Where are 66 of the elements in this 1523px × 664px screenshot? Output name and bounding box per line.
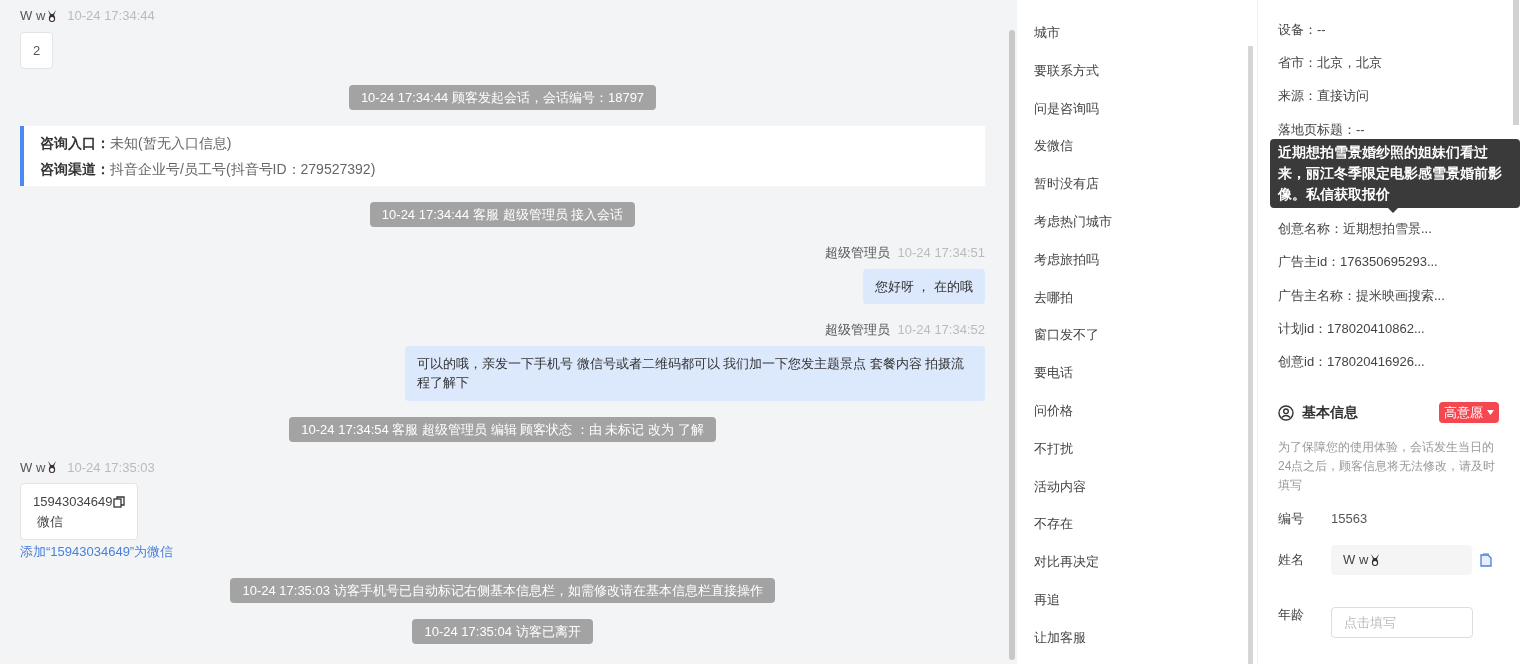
info-label: 咨询渠道： bbox=[40, 160, 110, 179]
quick-reply-item[interactable]: 问是咨询吗 bbox=[1034, 97, 1112, 119]
quick-reply-item[interactable]: 让加客服 bbox=[1034, 626, 1112, 648]
field-label: 年龄 bbox=[1278, 605, 1305, 624]
name-field[interactable]: W w bbox=[1331, 544, 1472, 575]
detail-row-text: 落地页标题：-- bbox=[1278, 120, 1366, 139]
system-notice: 10-24 17:34:44 客服 超级管理员 接入会话 bbox=[369, 202, 636, 227]
quick-reply-item[interactable]: 不存在 bbox=[1034, 513, 1112, 535]
system-notice: 10-24 17:35:03 访客手机号已自动标记右侧基本信息栏，如需修改请在基本信息栏直接操作 bbox=[230, 577, 775, 603]
info-value: 未知(暂无入口信息) bbox=[110, 134, 232, 153]
detail-row-text: 来源：直接访问 bbox=[1278, 87, 1370, 106]
message-time: 10-24 17:34:52 bbox=[897, 321, 985, 339]
detail-row-text: 广告主名称：提米映画搜索... bbox=[1278, 286, 1446, 305]
caret-icon bbox=[1487, 410, 1494, 416]
info-label: 咨询入口： bbox=[40, 134, 110, 153]
sender-name: 超级管理员 bbox=[824, 321, 890, 339]
notice-text: 为了保障您的使用体验，会话发生当日的24点之后，顾客信息将无法修改，请及时填写 bbox=[1278, 439, 1497, 495]
message-bubble: 2 bbox=[20, 31, 54, 69]
tooltip: 近期想拍雪景婚纱照的姐妹们看过来，丽江冬季限定电影感雪景婚前影像。私信获取报价 bbox=[1270, 139, 1520, 208]
message-time: 10-24 17:35:03 bbox=[67, 458, 155, 477]
user-icon bbox=[1278, 404, 1294, 421]
intent-dropdown[interactable]: 高意愿 bbox=[1439, 401, 1499, 424]
quick-reply-item[interactable]: 再追 bbox=[1034, 588, 1112, 610]
contact-type: 微信 bbox=[36, 512, 64, 531]
system-notice: 10-24 17:35:04 访客已离开 bbox=[412, 618, 593, 644]
scrollbar[interactable] bbox=[1009, 30, 1015, 660]
system-notice: 10-24 17:34:44 顾客发起会话，会话编号：18797 bbox=[348, 85, 657, 110]
field-label: 姓名 bbox=[1278, 551, 1305, 570]
sender-name: 超级管理员 bbox=[824, 244, 890, 262]
quick-reply-item[interactable]: 去哪拍 bbox=[1034, 286, 1112, 308]
scrollbar[interactable] bbox=[1513, 0, 1519, 125]
quick-reply-item[interactable]: 窗口发不了 bbox=[1034, 324, 1112, 346]
age-field[interactable]: 点击填写 bbox=[1331, 606, 1473, 638]
sender-name: W w bbox=[20, 7, 46, 25]
quick-reply-item[interactable]: 对比再决定 bbox=[1034, 551, 1112, 573]
section-title: 基本信息 bbox=[1302, 403, 1358, 423]
detail-row-text: 创意名称：近期想拍雪景... bbox=[1278, 220, 1433, 239]
add-wechat-link[interactable]: 添加“15943034649”为微信 bbox=[20, 542, 174, 562]
tooltip-pointer bbox=[1388, 208, 1398, 213]
quick-reply-item[interactable]: 城市 bbox=[1034, 22, 1112, 43]
field-label: 编号 bbox=[1278, 510, 1305, 529]
quick-reply-item[interactable]: 活动内容 bbox=[1034, 475, 1112, 497]
quick-reply-item[interactable]: 问价格 bbox=[1034, 399, 1112, 421]
field-value: 15563 bbox=[1331, 510, 1368, 529]
quick-reply-item[interactable]: 发微信 bbox=[1034, 135, 1112, 157]
quick-reply-item[interactable]: 要电话 bbox=[1034, 362, 1112, 384]
message-time: 10-24 17:34:44 bbox=[67, 7, 155, 25]
detail-row-text: 设备：-- bbox=[1278, 21, 1327, 39]
quick-reply-item[interactable]: 考虑热门城市 bbox=[1034, 211, 1112, 232]
quick-reply-item[interactable]: 要联系方式 bbox=[1034, 59, 1112, 81]
message-bubble: 您好呀 ， 在的哦 bbox=[862, 268, 985, 304]
detail-row-text: 广告主id：176350695293... bbox=[1278, 253, 1439, 272]
message-bubble: 可以的哦，亲发一下手机号 微信号或者二维码都可以 我们加一下您发主题景点 套餐内容 拍摄流程了解下 bbox=[405, 345, 985, 401]
quick-reply-item[interactable]: 考虑旅拍吗 bbox=[1034, 248, 1112, 270]
sender-name: W w bbox=[20, 458, 46, 477]
scrollbar[interactable] bbox=[1248, 46, 1253, 664]
quick-reply-item[interactable]: 暂时没有店 bbox=[1034, 173, 1112, 195]
detail-row-text: 省市：北京，北京 bbox=[1278, 54, 1383, 73]
phone-number: 15943034649 bbox=[33, 493, 113, 511]
copy-icon[interactable] bbox=[112, 495, 125, 508]
detail-row-text: 计划id：178020410862... bbox=[1278, 319, 1426, 338]
info-value: 抖音企业号/员工号(抖音号ID：279527392) bbox=[110, 160, 376, 179]
system-notice: 10-24 17:34:54 客服 超级管理员 编辑 顾客状态 ：由 未标记 改为 了解 bbox=[289, 416, 716, 442]
message-time: 10-24 17:34:51 bbox=[897, 244, 985, 262]
quick-reply-item[interactable]: 不打扰 bbox=[1034, 437, 1112, 459]
detail-row-text: 创意id：178020416926... bbox=[1278, 352, 1426, 371]
